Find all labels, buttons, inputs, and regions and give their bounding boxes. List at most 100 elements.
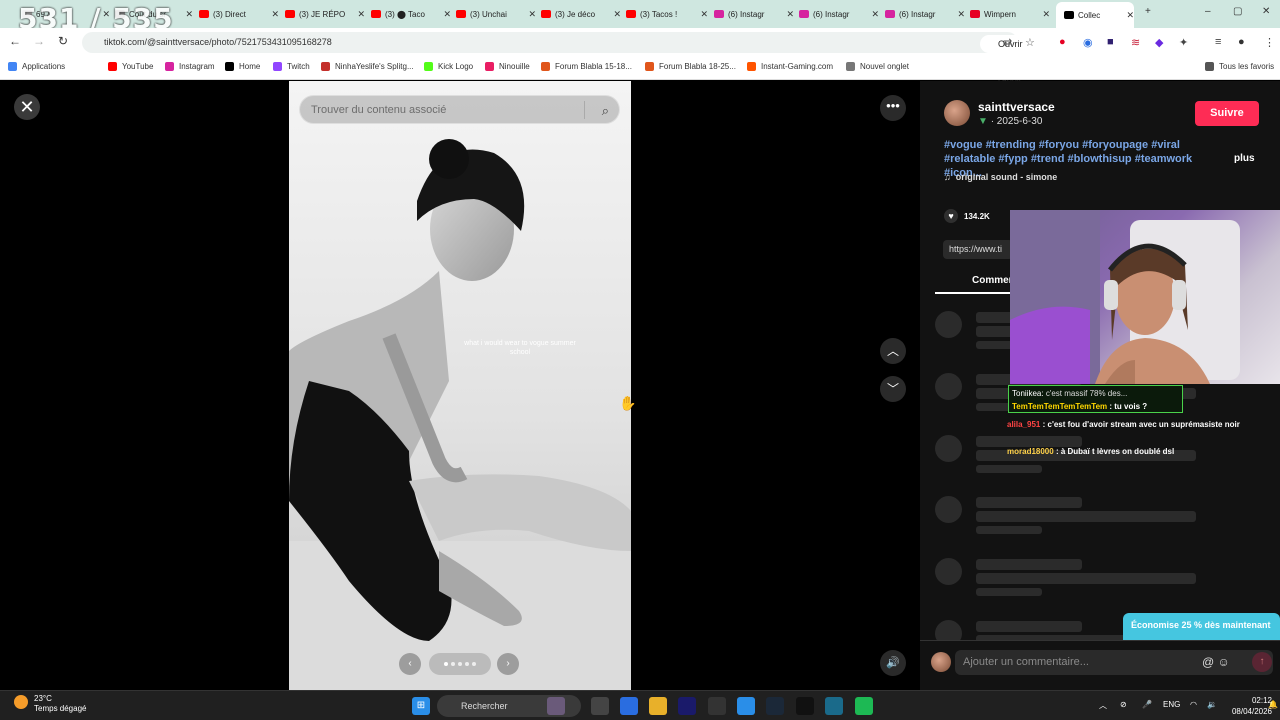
taskbar-widget-icon[interactable]	[547, 697, 565, 715]
bookmark-item[interactable]: Instagram	[165, 62, 215, 71]
browser-menu-icon[interactable]: ⋮	[1264, 36, 1275, 49]
start-menu-icon[interactable]: ⊞	[412, 697, 430, 715]
volume-button[interactable]: 🔊	[880, 650, 906, 676]
back-icon[interactable]: ←	[9, 34, 21, 48]
prev-photo-button[interactable]: ‹	[399, 653, 421, 675]
user-avatar[interactable]	[931, 652, 951, 672]
carousel-dot[interactable]	[472, 662, 476, 666]
taskbar-clock[interactable]: 02:12 08/04/2026	[1222, 695, 1272, 717]
window-close-icon[interactable]: ✕	[1262, 6, 1270, 17]
close-viewer-button[interactable]: ✕	[14, 94, 40, 120]
tab-close-icon[interactable]: ✕	[528, 9, 536, 20]
weather-widget[interactable]: 23°C Temps dégagé	[14, 694, 86, 714]
extension-icon[interactable]: ■	[1107, 36, 1114, 48]
tab-close-icon[interactable]: ✕	[700, 9, 708, 20]
post-sound[interactable]: ♫ original sound - simone	[944, 172, 1057, 182]
maximize-icon[interactable]: ▢	[1233, 6, 1242, 17]
show-more-link[interactable]: plus	[1234, 153, 1255, 164]
browser-tab[interactable]: (3) Je déco ✕	[541, 4, 621, 24]
carousel-dot[interactable]	[458, 662, 462, 666]
bookmark-item[interactable]: Instant-Gaming.com	[747, 62, 833, 71]
browser-tab[interactable]: (3) ⬤ Taco ✕	[371, 4, 451, 24]
tab-close-icon[interactable]: ✕	[1042, 9, 1050, 20]
browser-tab[interactable]: (3) Unchai ✕	[456, 4, 536, 24]
bookmark-item[interactable]: NinhaYeslife's Splitg...	[321, 62, 414, 71]
extensions-puzzle-icon[interactable]: ✦	[1179, 36, 1188, 49]
wifi-icon[interactable]: ◠	[1190, 700, 1197, 709]
carousel-dot[interactable]	[444, 662, 448, 666]
task-view-icon[interactable]	[591, 697, 609, 715]
network-off-icon[interactable]: ⊘	[1120, 700, 1127, 709]
bookmark-item[interactable]: YouTube	[108, 62, 153, 71]
extension-icon[interactable]: ◉	[1083, 36, 1093, 49]
bookmark-item[interactable]: Kick Logo	[424, 62, 473, 71]
minimize-icon[interactable]: –	[1205, 6, 1211, 17]
bookmark-item[interactable]: Twitch	[273, 62, 310, 71]
vpn-extension-icon[interactable]: ◆	[1155, 36, 1163, 49]
bookmark-item[interactable]: Forum Blabla 18-25...	[645, 62, 736, 71]
related-content-search-input[interactable]: Trouver du contenu associé ⌕	[299, 95, 620, 124]
browser-tab[interactable]: (3) JE RÉPO ✕	[285, 4, 365, 24]
bookmark-item[interactable]: Applications	[8, 62, 65, 71]
tab-close-icon[interactable]: ✕	[957, 9, 965, 20]
emoji-icon[interactable]: ☺	[1218, 655, 1230, 669]
previous-post-button[interactable]: ︿	[880, 338, 906, 364]
chrome-icon[interactable]	[737, 697, 755, 715]
bookmark-item[interactable]: Forum Blabla 15-18...	[541, 62, 632, 71]
pinterest-extension-icon[interactable]: ●	[1059, 36, 1066, 48]
volume-icon[interactable]: 🔉	[1207, 700, 1217, 709]
author-avatar[interactable]	[944, 100, 970, 126]
bookmark-item[interactable]: Home	[225, 62, 260, 71]
tab-close-icon[interactable]: ✕	[1126, 10, 1134, 21]
tab-comments[interactable]: Commen	[972, 275, 1015, 286]
extension-icon[interactable]: ≋	[1131, 36, 1140, 49]
notification-icon[interactable]: 🔔	[1268, 700, 1278, 709]
premiere-pro-icon[interactable]	[678, 697, 696, 715]
next-post-button[interactable]: ﹀	[880, 376, 906, 402]
carousel-dot[interactable]	[451, 662, 455, 666]
tab-close-icon[interactable]: ✕	[271, 9, 279, 20]
tray-chevron-icon[interactable]: ︿	[1099, 700, 1107, 711]
tab-close-icon[interactable]: ✕	[786, 9, 794, 20]
author-username[interactable]: sainttversace	[978, 100, 1055, 114]
browser-tab[interactable]: (3) Direct ✕	[199, 4, 279, 24]
browser-tab[interactable]: Collec ✕	[1056, 2, 1134, 28]
obs-icon[interactable]	[708, 697, 726, 715]
mention-icon[interactable]: @	[1202, 655, 1214, 669]
tab-close-icon[interactable]: ✕	[185, 9, 193, 20]
reload-icon[interactable]: ↻	[58, 34, 68, 48]
bookmark-item[interactable]: Ninouille	[485, 62, 530, 71]
new-tab-icon[interactable]: +	[1145, 6, 1151, 17]
send-comment-button[interactable]: ↑	[1252, 652, 1272, 672]
tab-close-icon[interactable]: ✕	[443, 9, 451, 20]
browser-tab[interactable]: (6) Instagr ✕	[799, 4, 879, 24]
media-control-icon[interactable]: ≡	[1215, 36, 1221, 48]
more-options-button[interactable]: •••	[880, 95, 906, 121]
follow-button[interactable]: Suivre	[1195, 101, 1259, 126]
tab-close-icon[interactable]: ✕	[357, 9, 365, 20]
steam-icon[interactable]	[766, 697, 784, 715]
spotify-icon[interactable]	[855, 697, 873, 715]
copilot-icon[interactable]	[620, 697, 638, 715]
post-link-field[interactable]: https://www.ti	[943, 240, 1013, 259]
streamlabs-icon[interactable]	[825, 697, 843, 715]
tab-close-icon[interactable]: ✕	[613, 9, 621, 20]
language-indicator[interactable]: ENG	[1163, 700, 1180, 709]
browser-tab[interactable]: Wimpern ✕	[970, 4, 1050, 24]
bookmark-item[interactable]: Tous les favoris	[1205, 62, 1274, 71]
browser-tab[interactable]: (6) Instagr ✕	[714, 4, 794, 24]
tiktok-icon[interactable]	[796, 697, 814, 715]
profile-avatar-icon[interactable]: ●	[1238, 36, 1245, 48]
browser-tab[interactable]: (6) Instagr ✕	[885, 4, 965, 24]
translate-icon[interactable]: ⇄	[1003, 36, 1012, 49]
bookmark-item[interactable]: Nouvel onglet	[846, 62, 909, 71]
next-photo-button[interactable]: ›	[497, 653, 519, 675]
microphone-icon[interactable]: 🎤	[1142, 700, 1152, 709]
forward-icon[interactable]: →	[33, 34, 45, 48]
browser-tab[interactable]: (3) Tacos ! ✕	[626, 4, 708, 24]
search-icon[interactable]: ⌕	[602, 96, 609, 125]
file-explorer-icon[interactable]	[649, 697, 667, 715]
address-bar[interactable]: tiktok.com/@sainttversace/photo/75217534…	[82, 32, 1029, 85]
carousel-dot[interactable]	[465, 662, 469, 666]
bookmark-star-icon[interactable]: ☆	[1025, 36, 1035, 49]
